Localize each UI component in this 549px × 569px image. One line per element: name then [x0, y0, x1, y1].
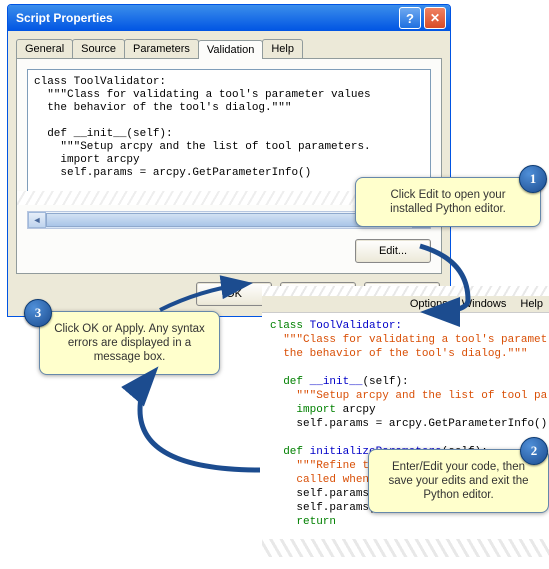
code-text: self.params = arcpy.GetParameterInfo()	[270, 418, 547, 430]
menu-options[interactable]: Options	[410, 298, 448, 310]
callout-text: Click Edit to open your installed Python…	[390, 189, 506, 215]
python-editor: Options Windows Help class ToolValidator…	[262, 286, 549, 568]
script-properties-dialog: Script Properties ? ✕ General Source Par…	[7, 4, 451, 317]
code-str: the behavior of the tool's dialog."""	[270, 348, 527, 360]
tab-general[interactable]: General	[16, 39, 73, 58]
code-str: """Class for validating a tool's paramet	[270, 334, 547, 346]
title-help-button[interactable]: ?	[399, 7, 421, 29]
code-kw: import	[270, 404, 336, 416]
badge-2: 2	[520, 437, 548, 465]
code-text: (self):	[362, 376, 408, 388]
tab-strip: General Source Parameters Validation Hel…	[8, 31, 450, 58]
menu-help[interactable]: Help	[520, 298, 543, 310]
torn-edge	[262, 286, 549, 296]
code-kw: def	[270, 376, 303, 388]
code-kw: class	[270, 320, 303, 332]
code-text: self.params[	[270, 488, 376, 500]
ok-button[interactable]: OK	[196, 282, 272, 306]
callout-text: Enter/Edit your code, then save your edi…	[389, 461, 529, 501]
close-icon[interactable]: ✕	[424, 7, 446, 29]
scroll-left-icon[interactable]: ◄	[28, 212, 46, 228]
code-def: __init__	[303, 376, 362, 388]
tab-help[interactable]: Help	[262, 39, 303, 58]
code-text: self.params[	[270, 502, 376, 514]
code-kw: return	[270, 516, 336, 528]
code-text: arcpy	[336, 404, 376, 416]
editor-menu: Options Windows Help	[262, 296, 549, 313]
badge-1: 1	[519, 165, 547, 193]
menu-windows[interactable]: Windows	[462, 298, 507, 310]
callout-text: Click OK or Apply. Any syntax errors are…	[54, 323, 205, 363]
torn-edge	[262, 539, 549, 557]
validation-code[interactable]: class ToolValidator: """Class for valida…	[27, 69, 431, 193]
callout-3: Click OK or Apply. Any syntax errors are…	[39, 311, 220, 375]
tab-body: class ToolValidator: """Class for valida…	[16, 58, 442, 274]
edit-button[interactable]: Edit...	[355, 239, 431, 263]
tab-validation[interactable]: Validation	[198, 40, 264, 59]
dialog-title: Script Properties	[16, 11, 396, 25]
scroll-thumb[interactable]	[46, 213, 394, 227]
code-str: called when	[270, 474, 369, 486]
badge-3: 3	[24, 299, 52, 327]
code-str: """Setup arcpy and the list of tool pa	[270, 390, 547, 402]
code-text: ToolValidator:	[303, 320, 402, 332]
callout-1: Click Edit to open your installed Python…	[355, 177, 541, 227]
code-kw: def	[270, 446, 303, 458]
titlebar[interactable]: Script Properties ? ✕	[8, 5, 450, 31]
tab-source[interactable]: Source	[72, 39, 125, 58]
tab-parameters[interactable]: Parameters	[124, 39, 199, 58]
arrow-2-to-3	[140, 374, 260, 470]
